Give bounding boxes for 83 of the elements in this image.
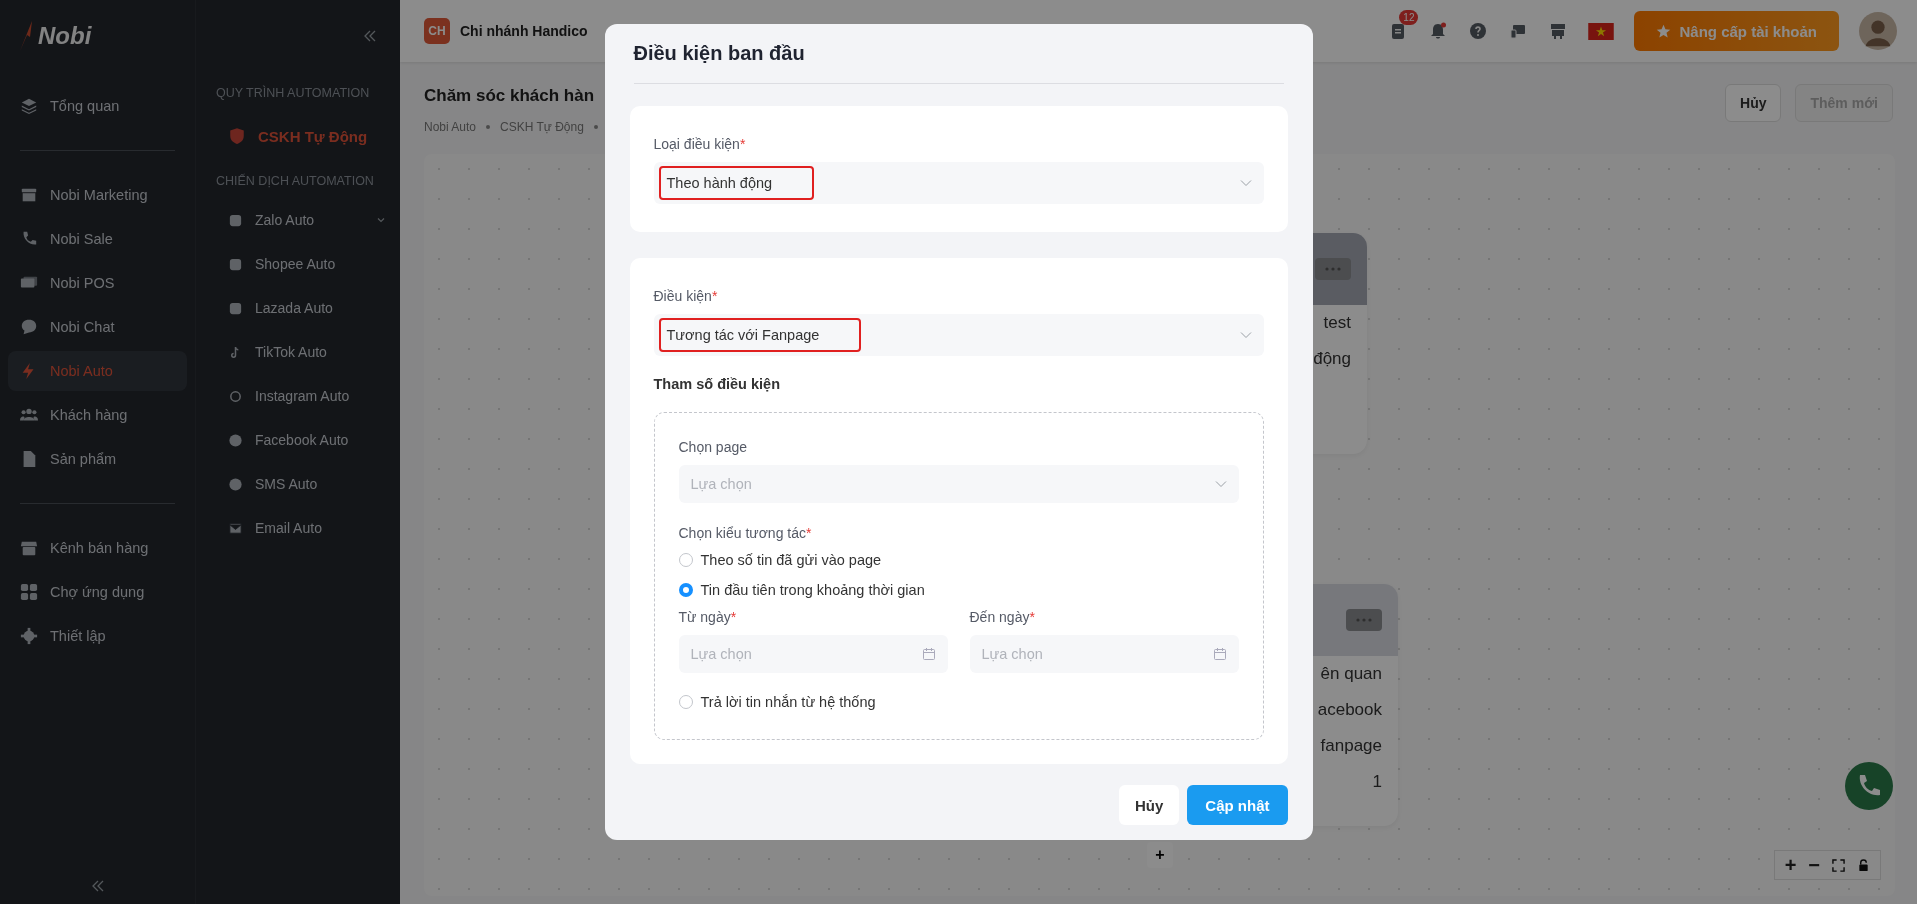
nav-item[interactable]: Sản phẩm: [8, 439, 187, 479]
field-label: Điều kiện*: [653, 288, 719, 304]
lock-icon[interactable]: [1857, 858, 1870, 872]
submenu-item[interactable]: Email Auto: [216, 506, 392, 550]
nav-item[interactable]: Chợ ứng dụng: [8, 572, 187, 612]
node-text: ên quan: [1320, 663, 1383, 685]
zoom-out-button[interactable]: −: [1808, 855, 1820, 875]
page-select[interactable]: Lựa chọn: [678, 465, 1239, 503]
star-icon: [1656, 23, 1672, 39]
node-text: 1: [1372, 771, 1383, 793]
radio-option[interactable]: Theo số tin đã gửi vào page: [678, 545, 1239, 575]
caret-icon: [1239, 331, 1252, 339]
zoom-in-button[interactable]: +: [1784, 855, 1797, 875]
nav-item[interactable]: Kênh bán hàng: [8, 528, 187, 568]
radio-option[interactable]: Tin đầu tiên trong khoảng thời gian: [678, 575, 1239, 605]
calendar-icon: [1212, 647, 1227, 661]
update-button[interactable]: Cập nhật: [1187, 785, 1288, 825]
date-field[interactable]: Lựa chọn: [969, 635, 1239, 673]
condition-select[interactable]: Tương tác với Fanpage: [653, 314, 1264, 356]
field-label: Chọn page: [678, 439, 748, 455]
submenu-item[interactable]: Shopee Auto: [216, 242, 392, 286]
caret-icon: [1239, 179, 1252, 187]
cancel-button[interactable]: Hủy: [1119, 785, 1180, 825]
node-text: động: [1313, 348, 1352, 370]
submenu-item[interactable]: Facebook Auto: [216, 418, 392, 462]
phone-icon[interactable]: [1845, 762, 1893, 810]
fullscreen-icon[interactable]: [1832, 858, 1845, 872]
caret-icon: [1214, 480, 1227, 488]
section-title: CHIẾN DỊCH AUTOMATION: [216, 174, 375, 188]
store-icon: [20, 539, 38, 557]
radio-option[interactable]: Trả lời tin nhắn từ hệ thống: [678, 687, 1239, 717]
section-title: Tham số điều kiện: [653, 376, 781, 392]
app-icon: [228, 300, 243, 316]
shield-icon: [228, 127, 246, 145]
flag-icon[interactable]: [1588, 22, 1615, 40]
upgrade-button[interactable]: Nâng cấp tài khoản: [1634, 11, 1839, 51]
app-icon: [228, 256, 243, 272]
collapse-icon[interactable]: [362, 28, 378, 44]
logo: Nobi: [18, 18, 187, 54]
node-text: test: [1323, 312, 1352, 334]
submenu-item[interactable]: Zalo Auto: [216, 198, 392, 242]
submenu-item[interactable]: CSKH Tự Động: [216, 114, 392, 158]
submenu-item[interactable]: Lazada Auto: [216, 286, 392, 330]
archive-icon: [20, 186, 38, 204]
notification-count: 12: [1399, 10, 1419, 25]
help-icon[interactable]: [1468, 21, 1489, 41]
calendar-icon: [921, 647, 936, 661]
field-label: Loại điều kiện*: [653, 136, 747, 152]
nav-item[interactable]: Nobi Chat: [8, 307, 187, 347]
submenu-item[interactable]: TikTok Auto: [216, 330, 392, 374]
branch-name[interactable]: Chi nhánh Handico: [460, 23, 588, 39]
layers-icon: [20, 97, 38, 115]
chat-icon: [20, 318, 38, 336]
date-field[interactable]: Lựa chọn: [678, 635, 948, 673]
nav-item[interactable]: Nobi POS: [8, 263, 187, 303]
condition-type-select[interactable]: Theo hành động: [653, 162, 1264, 204]
node-text: fanpage: [1320, 735, 1383, 757]
nav-item[interactable]: Nobi Sale: [8, 219, 187, 259]
dialog-title: Điều kiện ban đầu: [632, 42, 806, 65]
field-label: Từ ngày*: [678, 609, 738, 625]
chevron-icon[interactable]: [376, 215, 386, 225]
breadcrumb-link[interactable]: CSKH Tự Động: [500, 120, 584, 134]
header-button[interactable]: Hủy: [1725, 84, 1782, 122]
nav-item[interactable]: Khách hàng: [8, 395, 187, 435]
nav-item[interactable]: Nobi Marketing: [8, 175, 187, 215]
nav-item[interactable]: Thiết lập: [8, 616, 187, 656]
app-icon: [228, 388, 243, 404]
grid-icon: [20, 583, 38, 601]
field-label: Chọn kiểu tương tác*: [678, 525, 813, 541]
app-icon: [228, 476, 243, 492]
breadcrumb-link[interactable]: Nobi Auto: [424, 120, 477, 134]
app-icon: [228, 432, 243, 448]
node-text: acebook: [1317, 699, 1383, 721]
branch-badge: CH: [424, 18, 450, 44]
field-label: Đến ngày*: [969, 609, 1036, 625]
app-icon: [228, 520, 243, 536]
submenu-item[interactable]: Instagram Auto: [216, 374, 392, 418]
app-icon: [228, 212, 243, 228]
avatar[interactable]: [1859, 12, 1897, 50]
section-title: QUY TRÌNH AUTOMATION: [216, 86, 371, 100]
submenu-item[interactable]: SMS Auto: [216, 462, 392, 506]
page-title: Chăm sóc khách hàn: [424, 86, 596, 106]
nav-item[interactable]: Tổng quan: [8, 86, 187, 126]
